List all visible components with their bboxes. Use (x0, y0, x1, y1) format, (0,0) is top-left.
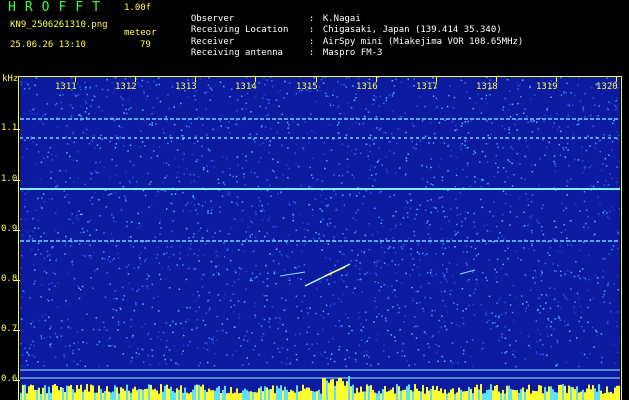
y-tick-label: 0.6 (1, 374, 18, 384)
x-tick-label: 1317 (416, 82, 438, 92)
detection-count: 79 (140, 40, 151, 50)
x-tick-label: 1318 (476, 82, 498, 92)
app-version: 1.00f (124, 3, 152, 13)
app-brand: HROFFT (8, 0, 109, 15)
y-tick-label: 1.0 (1, 174, 18, 184)
axis-left (18, 76, 19, 400)
y-tick (13, 280, 20, 281)
y-tick-label: 0.9 (1, 224, 18, 234)
meteor-trace (279, 271, 306, 277)
file-name: KN9_2506261310.png (10, 20, 108, 30)
timestamp: 25.06.26 13:10 (10, 40, 86, 50)
x-tick-label: 1319 (536, 82, 558, 92)
x-tick (556, 76, 557, 82)
mode-label: meteor (124, 28, 157, 38)
y-tick (13, 180, 20, 181)
x-tick (496, 76, 497, 82)
x-tick (255, 76, 256, 82)
y-tick (13, 330, 20, 331)
axis-top (18, 76, 622, 77)
x-tick-label: 1314 (235, 82, 257, 92)
x-tick-label: 1316 (356, 82, 378, 92)
y-tick-label: 0.7 (1, 324, 18, 334)
y-tick (13, 129, 20, 130)
x-tick-label: 1312 (115, 82, 137, 92)
x-tick (436, 76, 437, 82)
x-tick (135, 76, 136, 82)
x-tick (316, 76, 317, 82)
y-tick-label: 1.1 (1, 123, 18, 133)
x-tick (195, 76, 196, 82)
x-tick-label: 1315 (296, 82, 318, 92)
x-tick-label: 1313 (175, 82, 197, 92)
x-tick (75, 76, 76, 82)
signal-floor (20, 376, 620, 400)
info-row-antenna: Receiving antenna: Maspro FM-3 (190, 48, 383, 58)
spectrogram-canvas (20, 76, 620, 400)
meteor-trace (324, 266, 346, 277)
spectrogram-plot (20, 76, 620, 400)
y-tick (13, 380, 20, 381)
y-tick-label: 0.8 (1, 274, 18, 284)
axis-right (621, 76, 622, 400)
x-tick (376, 76, 377, 82)
y-tick (13, 230, 20, 231)
y-axis-units: kHz (2, 74, 19, 84)
info-value: Maspro FM-3 (322, 48, 383, 58)
info-key: Receiving antenna (190, 48, 283, 58)
x-tick (616, 76, 617, 82)
x-tick-label: 1311 (55, 82, 77, 92)
x-tick-label: 1320 (596, 82, 618, 92)
